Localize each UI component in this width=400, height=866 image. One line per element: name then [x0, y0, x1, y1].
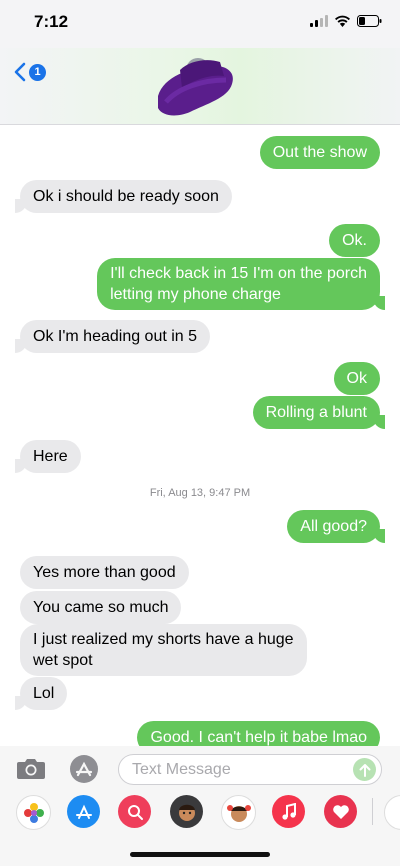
message-text-line: I just realized my shorts have a huge [33, 631, 294, 648]
home-area [0, 830, 400, 866]
message-text-line: letting my phone charge [110, 286, 281, 303]
message-bubble-incoming[interactable]: Here [15, 440, 81, 473]
message-bubble-incoming[interactable]: Yes more than good [20, 556, 189, 589]
status-bar: 7:12 [0, 0, 400, 48]
message-input[interactable]: Text Message [118, 754, 382, 785]
unread-badge: 1 [29, 63, 46, 81]
message-text: Lol [33, 685, 55, 702]
message-bubble-incoming[interactable]: Ok i should be ready soon [15, 180, 232, 213]
magnifier-icon [127, 804, 143, 820]
message-bubble-outgoing[interactable]: Ok. [329, 224, 380, 257]
status-time: 7:12 [34, 12, 69, 31]
arrow-up-icon [359, 763, 370, 777]
search-images-icon[interactable] [118, 795, 151, 828]
message-text: Ok i should be ready soon [33, 188, 219, 205]
send-button[interactable] [353, 758, 376, 781]
message-text: All good? [300, 518, 367, 535]
message-text: Ok I'm heading out in 5 [33, 328, 198, 345]
message-text: Rolling a blunt [265, 404, 367, 421]
message-composer: Text Message [0, 746, 400, 792]
message-bubble-incoming[interactable]: Lol [14, 677, 68, 710]
music-icon[interactable] [272, 795, 305, 828]
chevron-left-icon [14, 62, 26, 82]
message-text: Yes more than good [33, 564, 176, 581]
memoji-sticker-face-icon [226, 804, 251, 822]
apps-button[interactable] [67, 753, 101, 790]
scribbled-avatar-icon [158, 58, 233, 116]
camera-icon [17, 759, 45, 779]
message-text: Here [33, 448, 68, 465]
more-apps-icon[interactable] [384, 795, 400, 830]
message-bubble-incoming[interactable]: I just realized my shorts have a huge we… [20, 624, 307, 676]
message-bubble-outgoing[interactable]: Ok [333, 362, 380, 395]
photos-flower-icon [23, 802, 44, 823]
message-input-placeholder: Text Message [132, 761, 231, 778]
app-store-glyph-icon [75, 804, 92, 819]
memoji-icon[interactable] [170, 795, 203, 828]
battery-icon [357, 15, 382, 27]
app-drawer [0, 792, 400, 830]
heart-app-icon[interactable] [324, 795, 357, 828]
app-drawer-divider [372, 798, 373, 825]
message-timestamp: Fri, Aug 13, 9:47 PM [149, 487, 251, 499]
message-text: Good. I can't help it babe lmao [150, 729, 367, 746]
wifi-icon [335, 15, 350, 27]
contact-avatar[interactable] [150, 50, 240, 127]
message-bubble-outgoing[interactable]: All good? [287, 510, 385, 543]
app-store-icon [70, 755, 98, 783]
message-bubble-incoming[interactable]: You came so much [20, 591, 182, 624]
message-list[interactable]: Out the show Ok i should be ready soon O… [0, 124, 400, 746]
app-store-app-icon[interactable] [67, 795, 100, 828]
heart-icon [332, 804, 349, 819]
home-indicator[interactable] [130, 852, 270, 857]
status-icons [310, 15, 382, 27]
message-text: Out the show [272, 144, 367, 161]
message-bubble-outgoing[interactable]: Out the show [259, 136, 380, 169]
message-bubble-outgoing[interactable]: I'll check back in 15 I'm on the porch l… [97, 258, 385, 310]
back-button[interactable]: 1 [14, 62, 46, 82]
memoji-face-icon [178, 804, 195, 821]
camera-button[interactable] [16, 757, 46, 785]
music-note-icon [281, 802, 296, 820]
message-text: You came so much [33, 599, 169, 616]
message-bubble-outgoing[interactable]: Rolling a blunt [252, 396, 386, 429]
message-text: Ok [346, 370, 367, 387]
photos-icon[interactable] [16, 795, 51, 830]
signal-icon [310, 15, 328, 27]
memoji-stickers-icon[interactable] [221, 795, 256, 830]
message-bubble-incoming[interactable]: Ok I'm heading out in 5 [14, 320, 211, 353]
message-text-line: wet spot [33, 652, 93, 669]
message-bubble-outgoing[interactable]: Good. I can't help it babe lmao [137, 721, 380, 746]
conversation-header: 1 [0, 48, 400, 125]
message-text: Ok. [342, 232, 367, 249]
message-text-line: I'll check back in 15 I'm on the porch [110, 265, 367, 282]
